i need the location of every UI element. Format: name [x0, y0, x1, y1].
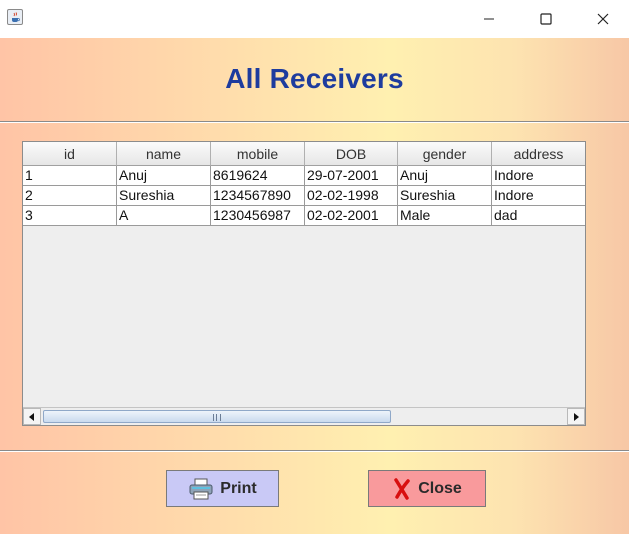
table-header-row: id name mobile DOB gender address	[23, 142, 585, 166]
table-row[interactable]: 2 Sureshia 1234567890 02-02-1998 Sureshi…	[23, 186, 585, 206]
divider-top	[0, 121, 629, 123]
java-app-icon	[7, 9, 23, 25]
horizontal-scrollbar[interactable]	[23, 407, 585, 425]
table-cell[interactable]: Sureshia	[117, 186, 211, 206]
close-button-label: Close	[418, 479, 462, 497]
print-button[interactable]: Print	[166, 470, 279, 507]
arrow-left-icon	[29, 412, 34, 421]
divider-bottom	[0, 450, 629, 452]
page-title: All Receivers	[225, 63, 404, 94]
close-window-button[interactable]	[580, 0, 626, 38]
table-cell[interactable]: dad	[492, 206, 585, 226]
table-cell[interactable]: 02-02-1998	[305, 186, 398, 206]
table-cell[interactable]: 29-07-2001	[305, 166, 398, 186]
table-row[interactable]: 3 A 1230456987 02-02-2001 Male dad	[23, 206, 585, 226]
red-x-icon	[392, 477, 412, 500]
arrow-right-icon	[574, 412, 579, 421]
table-cell[interactable]: 02-02-2001	[305, 206, 398, 226]
maximize-button[interactable]	[523, 0, 569, 38]
minimize-button[interactable]	[466, 0, 512, 38]
column-header-address[interactable]: address	[492, 142, 585, 166]
table-cell[interactable]: 8619624	[211, 166, 305, 186]
scroll-right-button[interactable]	[567, 408, 585, 425]
column-header-mobile[interactable]: mobile	[211, 142, 305, 166]
printer-icon	[188, 478, 214, 500]
table-cell[interactable]: 1234567890	[211, 186, 305, 206]
table-cell[interactable]: Anuj	[398, 166, 492, 186]
table-cell[interactable]: 2	[23, 186, 117, 206]
column-header-name[interactable]: name	[117, 142, 211, 166]
scrollbar-track[interactable]	[41, 409, 567, 424]
close-button[interactable]: Close	[368, 470, 486, 507]
column-header-dob[interactable]: DOB	[305, 142, 398, 166]
table-cell[interactable]: Male	[398, 206, 492, 226]
table-cell[interactable]: 1	[23, 166, 117, 186]
scrollbar-thumb[interactable]	[43, 410, 391, 423]
table-cell[interactable]: Indore	[492, 186, 585, 206]
table-cell[interactable]: Indore	[492, 166, 585, 186]
grip-icon	[213, 414, 221, 421]
table-row[interactable]: 1 Anuj 8619624 29-07-2001 Anuj Indore	[23, 166, 585, 186]
table-body: 1 Anuj 8619624 29-07-2001 Anuj Indore 2 …	[23, 166, 585, 226]
table-cell[interactable]: 1230456987	[211, 206, 305, 226]
column-header-id[interactable]: id	[23, 142, 117, 166]
receivers-table: id name mobile DOB gender address 1 Anuj…	[22, 141, 586, 426]
table-cell[interactable]: 3	[23, 206, 117, 226]
table-cell[interactable]: Anuj	[117, 166, 211, 186]
print-button-label: Print	[220, 479, 257, 497]
column-header-gender[interactable]: gender	[398, 142, 492, 166]
scroll-left-button[interactable]	[23, 408, 41, 425]
table-cell[interactable]: Sureshia	[398, 186, 492, 206]
table-cell[interactable]: A	[117, 206, 211, 226]
title-bar	[0, 0, 629, 38]
content-panel: All Receivers id name mobile DOB gender …	[0, 38, 629, 534]
